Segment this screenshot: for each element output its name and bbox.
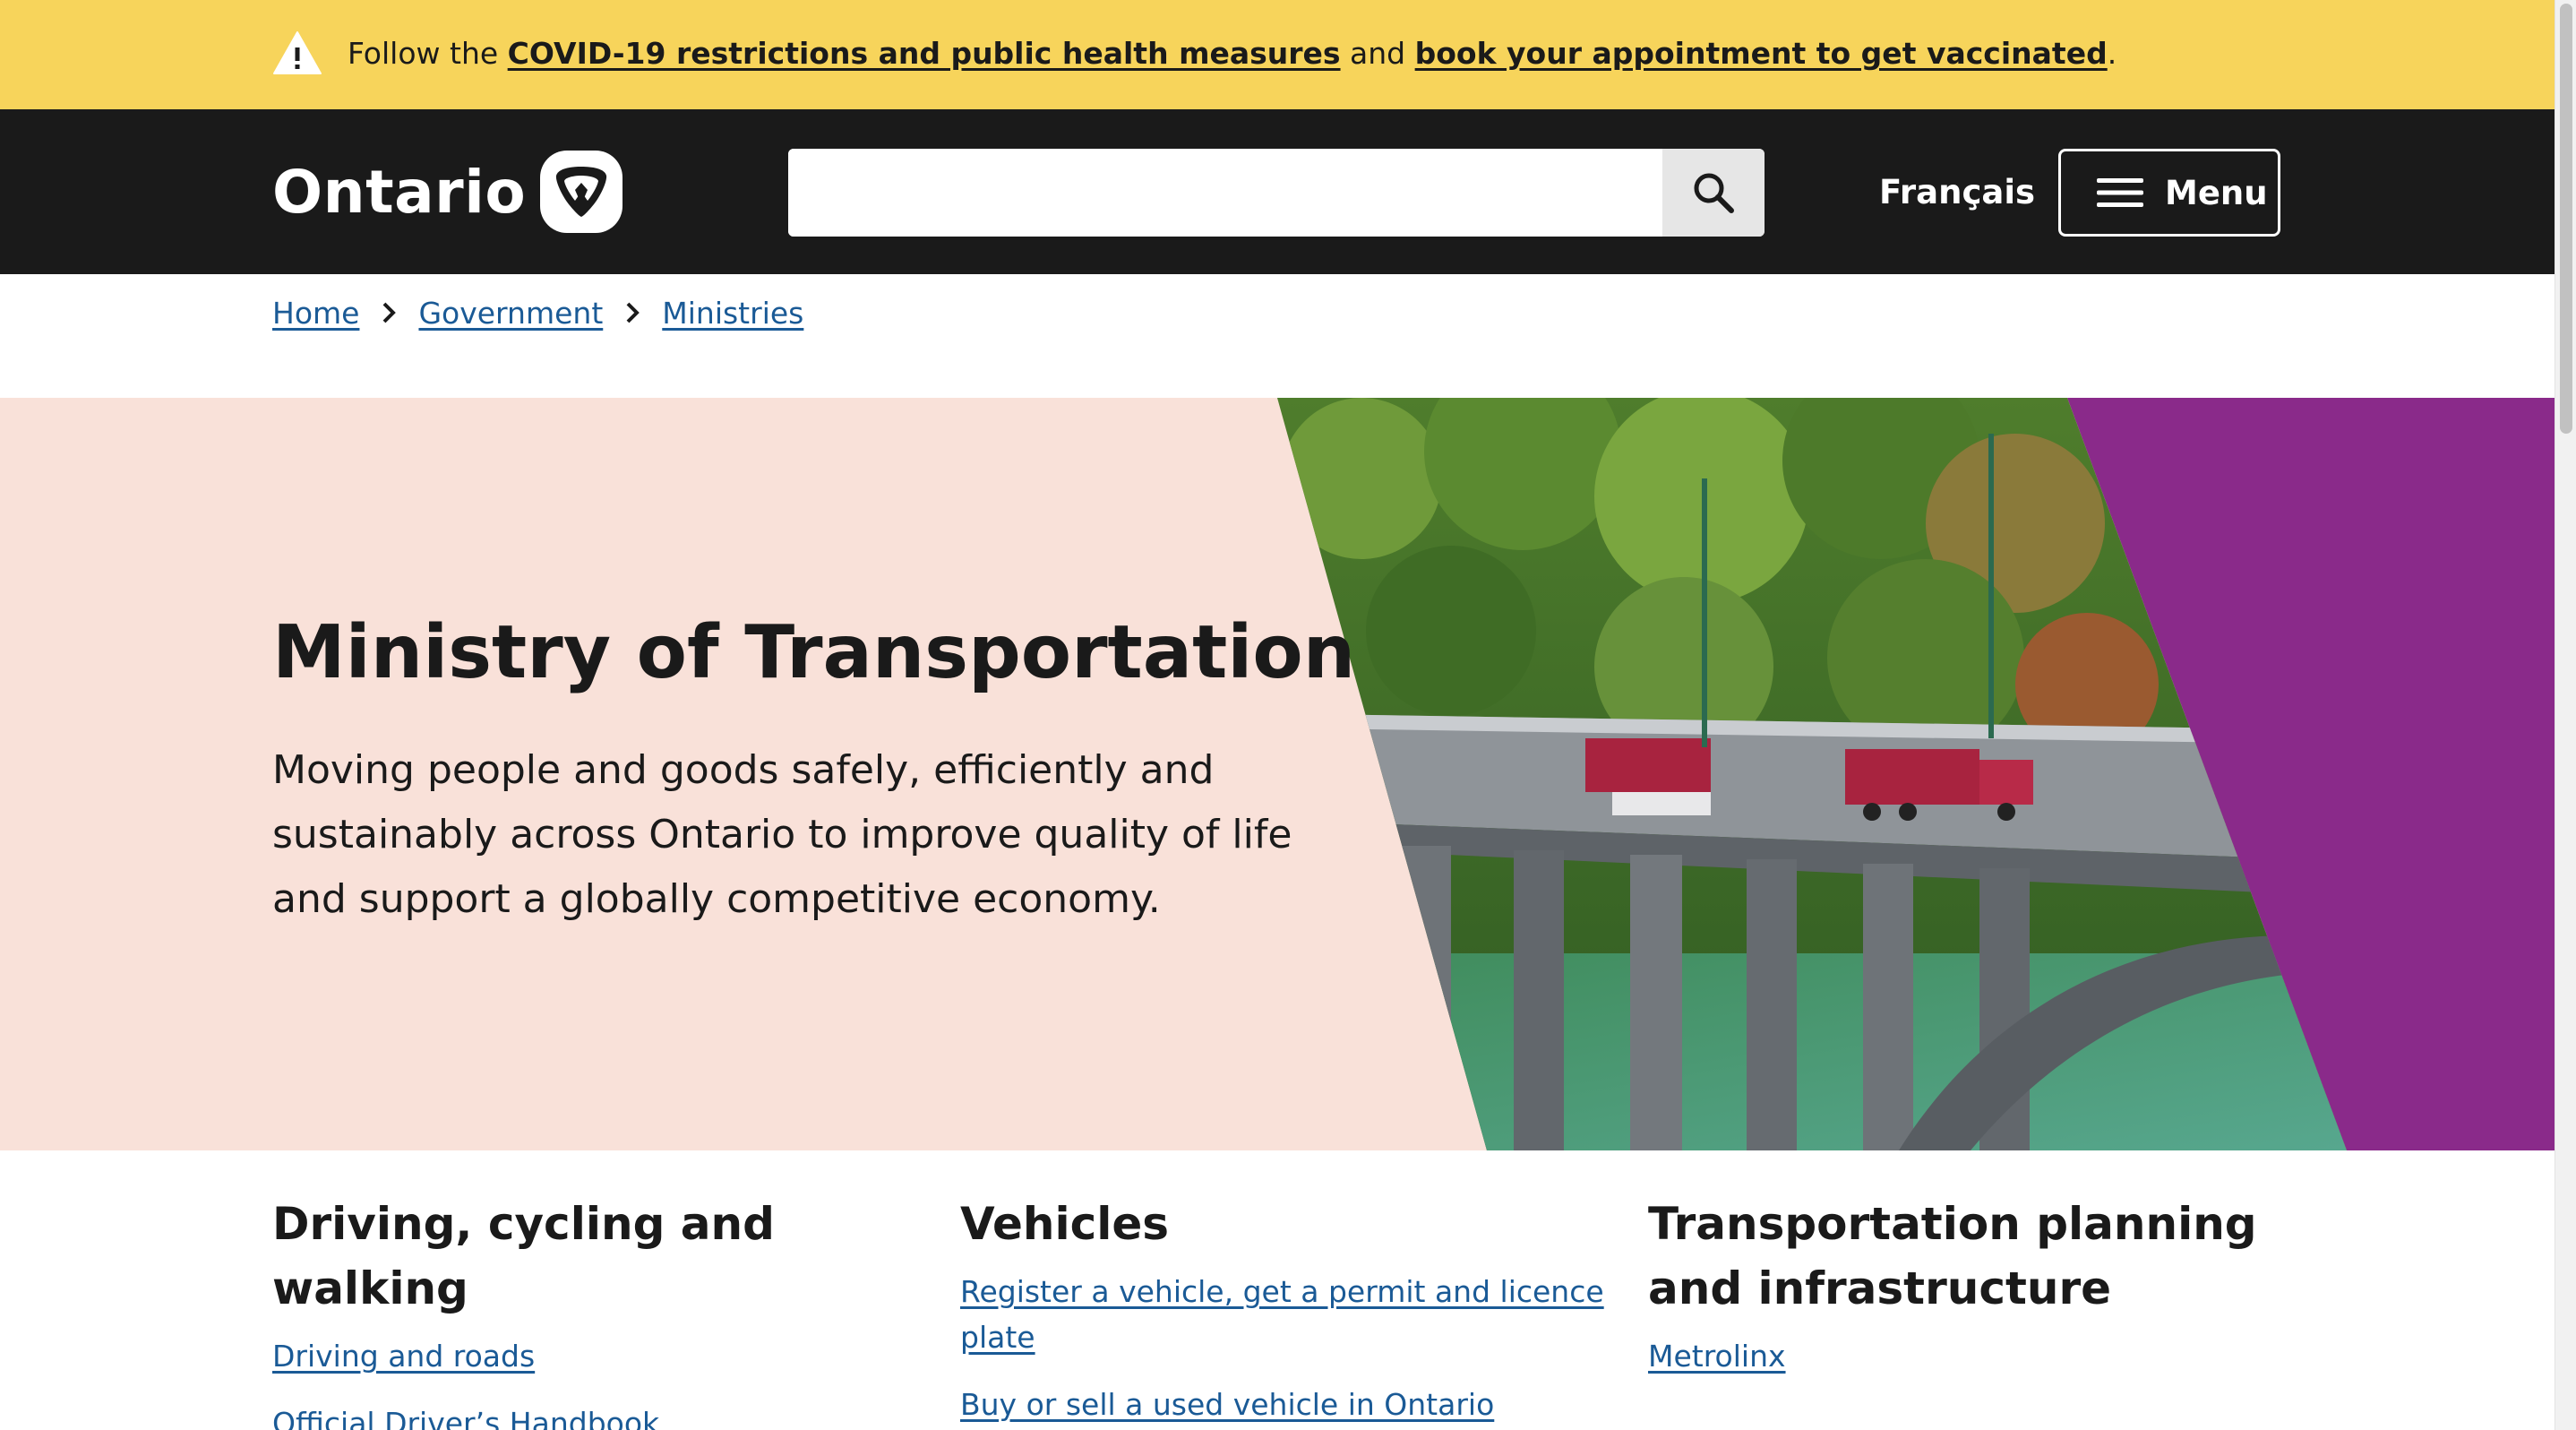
drivers-handbook-link[interactable]: Official Driver’s Handbook — [272, 1400, 917, 1430]
search-input[interactable] — [788, 149, 1662, 237]
chevron-right-icon — [626, 302, 640, 323]
search-bar — [788, 149, 1765, 237]
page-description: Moving people and goods safely, efficien… — [272, 747, 1292, 922]
trillium-icon — [540, 151, 623, 233]
alert-prefix: Follow the — [348, 36, 508, 71]
register-vehicle-link[interactable]: Register a vehicle, get a permit and lic… — [960, 1269, 1605, 1360]
topic-column-vehicles: Vehicles Register a vehicle, get a permi… — [960, 1192, 1605, 1430]
site-header: Ontario Français Menu — [0, 109, 2555, 274]
search-icon — [1694, 173, 1734, 213]
topic-column-driving: Driving, cycling and walking Driving and… — [272, 1192, 917, 1430]
breadcrumb-government-link[interactable]: Government — [418, 296, 603, 331]
page-title: Ministry of Transportation — [272, 610, 1356, 695]
topic-column-planning: Transportation planning and infrastructu… — [1648, 1192, 2311, 1400]
menu-button[interactable]: Menu — [2058, 149, 2280, 237]
driving-and-roads-link[interactable]: Driving and roads — [272, 1333, 917, 1379]
ontario-logo[interactable]: Ontario — [272, 149, 624, 235]
column-title: Transportation planning and infrastructu… — [1648, 1198, 2257, 1314]
breadcrumb-ministries-link[interactable]: Ministries — [662, 296, 803, 331]
menu-label: Menu — [2165, 173, 2268, 212]
vaccine-appointment-link[interactable]: book your appointment to get vaccinated — [1415, 36, 2108, 71]
column-title: Driving, cycling and walking — [272, 1198, 775, 1314]
breadcrumb: Home Government Ministries — [272, 290, 803, 335]
used-vehicle-link[interactable]: Buy or sell a used vehicle in Ontario — [960, 1382, 1605, 1427]
alert-middle: and — [1340, 36, 1415, 71]
column-title: Vehicles — [960, 1198, 1170, 1250]
warning-icon — [273, 31, 322, 74]
alert-text: Follow the COVID-19 restrictions and pub… — [348, 32, 2117, 75]
page-scrollbar[interactable] — [2555, 0, 2576, 1430]
hero-section: Ministry of Transportation Moving people… — [0, 398, 2555, 1150]
logo-wordmark: Ontario — [272, 157, 527, 227]
hamburger-icon — [2097, 178, 2143, 207]
metrolinx-link[interactable]: Metrolinx — [1648, 1333, 2311, 1379]
scrollbar-thumb[interactable] — [2560, 4, 2572, 434]
breadcrumb-home-link[interactable]: Home — [272, 296, 359, 331]
alert-suffix: . — [2107, 36, 2117, 71]
search-button[interactable] — [1662, 149, 1765, 237]
chevron-right-icon — [383, 302, 397, 323]
covid-restrictions-link[interactable]: COVID-19 restrictions and public health … — [508, 36, 1341, 71]
language-toggle-link[interactable]: Français — [1879, 168, 2035, 217]
alert-banner: Follow the COVID-19 restrictions and pub… — [0, 0, 2555, 109]
